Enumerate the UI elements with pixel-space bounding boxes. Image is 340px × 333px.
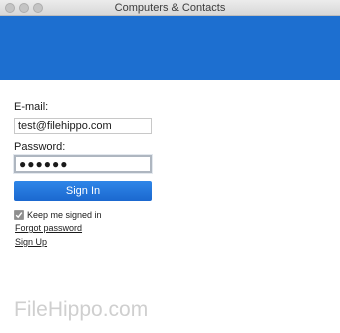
app-window: Computers & Contacts E-mail: test@filehi… [0, 0, 340, 333]
password-field[interactable]: ●●●●●● [14, 155, 152, 173]
keep-signed-in-checkbox[interactable] [14, 210, 24, 220]
password-label: Password: [14, 141, 66, 153]
keep-signed-in-row[interactable]: Keep me signed in [14, 209, 102, 221]
email-field[interactable]: test@filehippo.com [14, 118, 152, 134]
window-title: Computers & Contacts [114, 2, 226, 14]
keep-signed-in-label: Keep me signed in [27, 210, 102, 220]
checkmark-icon [15, 212, 23, 219]
email-label: E-mail: [14, 101, 49, 113]
title-bar: Computers & Contacts [0, 0, 340, 16]
forgot-password-link[interactable]: Forgot password [15, 223, 82, 233]
filehippo-watermark: FileHippo.com [14, 298, 149, 321]
sign-in-button[interactable]: Sign In [14, 181, 152, 201]
sign-up-link[interactable]: Sign Up [15, 237, 47, 247]
header-banner [0, 16, 340, 80]
